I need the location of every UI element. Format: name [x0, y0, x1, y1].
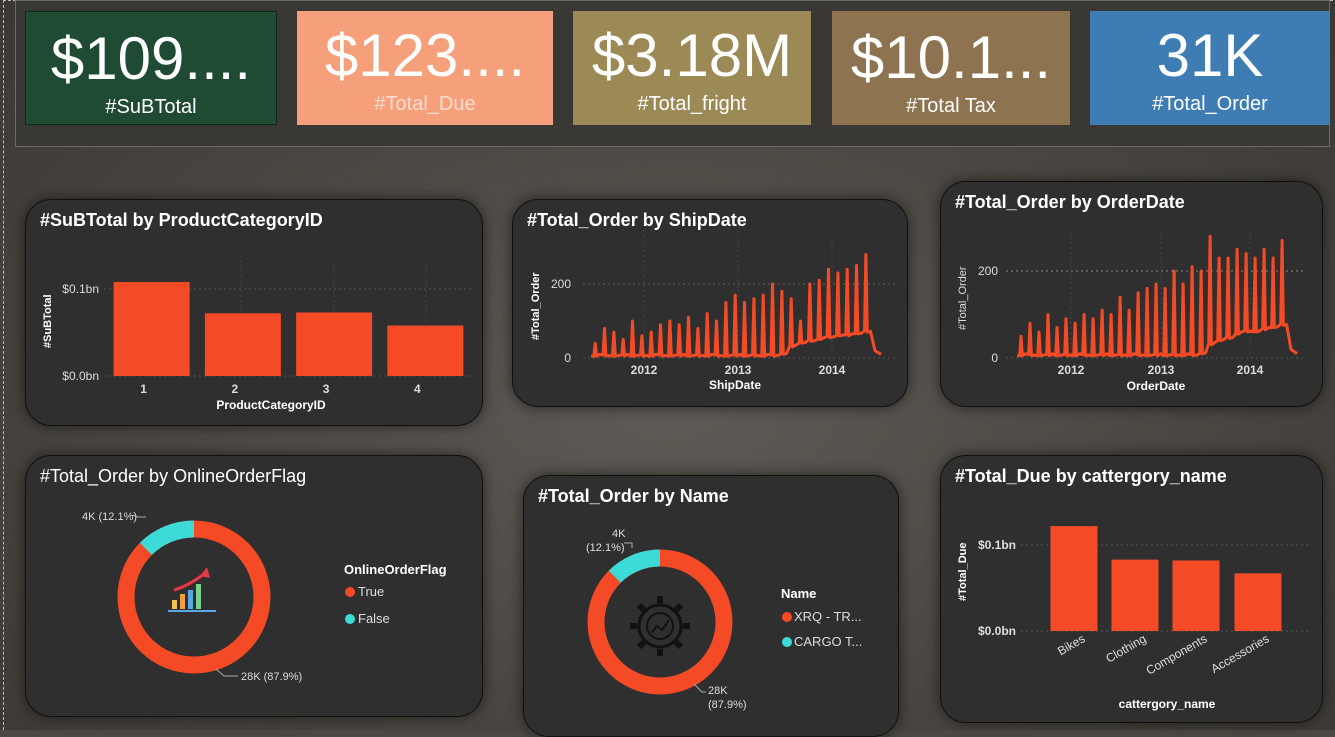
x-tick-label: 2012	[1058, 363, 1085, 377]
x-tick-label: Clothing	[1103, 631, 1148, 665]
x-axis-label: OrderDate	[1127, 379, 1186, 393]
bar[interactable]	[1050, 526, 1098, 631]
kpi-label: #Total_fright	[637, 93, 747, 115]
bar[interactable]	[1172, 560, 1220, 631]
legend-swatch-cargo	[782, 637, 792, 647]
y-axis-label: #Total_Order	[957, 266, 969, 330]
bar[interactable]	[1234, 573, 1282, 631]
x-tick-label: Bikes	[1055, 631, 1087, 658]
y-axis-label: #Total_Order	[530, 272, 542, 340]
kpi-card-total-tax[interactable]: $10.1... #Total Tax	[832, 11, 1070, 125]
bar[interactable]	[387, 325, 464, 376]
legend-item-xrq[interactable]: XRQ - TR...	[794, 609, 862, 624]
y-tick-label: 200	[551, 277, 571, 291]
bar-chart-svg: $0.1bn $0.0bn #Total_Due Bikes ClothingCo…	[957, 526, 1311, 711]
line-series	[1016, 234, 1298, 358]
kpi-card-total-due[interactable]: $123.... #Total_Due	[297, 11, 553, 125]
legend-item-cargo[interactable]: CARGO T...	[794, 634, 862, 649]
line-chart-svg: 200 0 #Total_Order 2012 2013 2014 OrderD…	[957, 232, 1306, 393]
chart-subtotal-by-category[interactable]: #SuBTotal by ProductCategoryID $0.1bn $0…	[25, 199, 483, 426]
x-tick-label: 4	[414, 382, 421, 396]
bar[interactable]	[296, 312, 373, 376]
x-tick-label: 2012	[631, 363, 658, 377]
chart-orders-by-name[interactable]: #Total_Order by Name 4K (12.1%) 28K (87.…	[523, 475, 899, 737]
line-series	[590, 252, 882, 358]
leader-line	[624, 542, 633, 548]
x-tick-label: 2013	[1148, 363, 1175, 377]
kpi-label: #Total_Due	[374, 93, 476, 115]
x-axis-label: cattergory_name	[1119, 697, 1216, 711]
donut-slice-small[interactable]	[139, 520, 195, 556]
donut-label-true: 28K (87.9%)	[241, 671, 302, 683]
kpi-value: $109....	[50, 25, 252, 92]
x-tick-label: Components	[1144, 631, 1210, 677]
x-tick-label: 3	[323, 382, 330, 396]
x-tick-label: 1	[140, 382, 147, 396]
bar[interactable]	[113, 282, 190, 376]
donut-chart-svg: 4K (12.1%) 28K (87.9%) OnlineOrderFlag T…	[82, 511, 447, 683]
x-axis-label: ProductCategoryID	[216, 398, 326, 412]
legend-swatch-xrq	[782, 612, 792, 622]
legend-title: Name	[781, 586, 816, 601]
x-axis-label: ShipDate	[709, 378, 761, 392]
donut-label-large-value: 28K	[708, 685, 728, 697]
legend-swatch-true	[345, 587, 355, 597]
donut-label-large-pct: (87.9%)	[708, 699, 747, 711]
leader-line	[693, 683, 706, 693]
x-tick-label: Accessories	[1208, 631, 1271, 675]
donut-chart-svg: 4K (12.1%) 28K (87.9%) Name XRQ - TR...	[586, 528, 862, 711]
y-tick-label: 200	[978, 264, 998, 278]
y-axis-label: #SuBTotal	[42, 294, 54, 348]
y-tick-label: 0	[991, 351, 998, 365]
legend-item-true[interactable]: True	[358, 584, 384, 599]
y-tick-label: $0.1bn	[978, 538, 1016, 552]
kpi-card-total-freight[interactable]: $3.18M #Total_fright	[573, 11, 811, 125]
leader-line	[215, 668, 238, 677]
kpi-label: #SuBTotal	[105, 96, 197, 118]
kpi-value: $10.1...	[850, 24, 1052, 91]
gear-analytics-icon	[630, 596, 690, 656]
line-chart-svg: 200 0 #Total_Order 2012 2013 2014 ShipDa…	[530, 230, 898, 392]
x-tick-label: 2014	[819, 363, 846, 377]
kpi-value: $123....	[324, 22, 526, 89]
kpi-label: #Total_Order	[1152, 93, 1268, 115]
donut-label-false: 4K (12.1%)	[82, 511, 137, 523]
donut-label-small-pct: (12.1%)	[586, 542, 625, 554]
chart-due-by-category[interactable]: #Total_Due by cattergory_name $0.1bn $0.…	[940, 455, 1323, 723]
legend-swatch-false	[345, 614, 355, 624]
y-tick-label: $0.1bn	[62, 282, 99, 296]
kpi-card-subtotal[interactable]: $109.... #SuBTotal	[25, 11, 277, 125]
report-canvas: $109.... #SuBTotal $123.... #Total_Due $…	[0, 0, 1335, 737]
chart-orders-by-orderdate[interactable]: #Total_Order by OrderDate 200 0 #Total_O…	[940, 181, 1323, 407]
donut-slice-small[interactable]	[608, 549, 661, 583]
chart-orders-by-onlineflag[interactable]: #Total_Order by OnlineOrderFlag 4K (12.1…	[25, 455, 483, 717]
y-tick-label: 0	[564, 351, 571, 365]
bar-chart-growth-icon	[168, 567, 216, 612]
kpi-value: $3.18M	[591, 22, 793, 89]
kpi-value: 31K	[1156, 22, 1264, 89]
kpi-card-total-order[interactable]: 31K #Total_Order	[1090, 11, 1330, 125]
legend-title: OnlineOrderFlag	[344, 562, 447, 577]
legend-item-false[interactable]: False	[358, 611, 390, 626]
canvas-border-left	[3, 0, 4, 730]
y-tick-label: $0.0bn	[978, 624, 1016, 638]
kpi-label: #Total Tax	[906, 95, 996, 117]
y-axis-label: #Total_Due	[957, 543, 969, 601]
x-tick-label: 2014	[1237, 363, 1264, 377]
x-tick-label: 2013	[725, 363, 752, 377]
bar-chart-svg: $0.1bn $0.0bn #SuBTotal 1 2 3 4 ProductCate…	[42, 260, 471, 412]
bar[interactable]	[1111, 559, 1159, 631]
x-tick-label: 2	[232, 382, 239, 396]
bar[interactable]	[204, 313, 281, 376]
y-tick-label: $0.0bn	[62, 369, 99, 383]
donut-label-small-value: 4K	[612, 528, 626, 540]
chart-orders-by-shipdate[interactable]: #Total_Order by ShipDate 200 0 #Total_Or…	[512, 199, 908, 407]
